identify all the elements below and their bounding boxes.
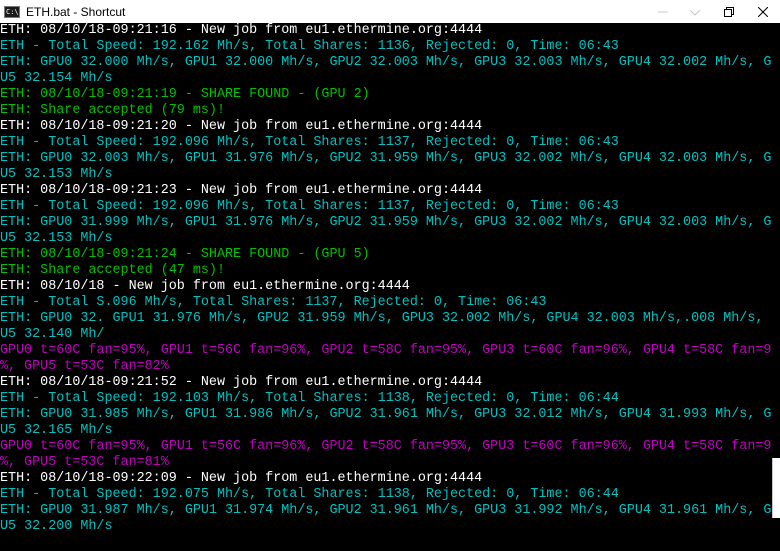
console-line: ETH: GPU0 31.999 Mh/s, GPU1 31.976 Mh/s,… [0, 215, 772, 230]
console-line: ETH: GPU0 32.000 Mh/s, GPU1 32.000 Mh/s,… [0, 55, 772, 70]
minimize-icon [658, 7, 668, 17]
console-line: U5 32.165 Mh/s [0, 423, 113, 438]
console-line: ETH: 08/10/18-09:21:19 - SHARE FOUND - (… [0, 87, 370, 102]
console-line: ETH: 08/10/18-09:21:23 - New job from eu… [0, 183, 483, 198]
close-icon [758, 6, 768, 17]
cmd-icon[interactable]: C:\ [4, 5, 20, 18]
console-line: GPU0 t=60C fan=95%, GPU1 t=56C fan=96%, … [0, 439, 772, 454]
console-line: %, GPU5 t=53C fan=82% [0, 359, 169, 374]
console-line: ETH: 08/10/18 - New job from eu1.ethermi… [0, 279, 410, 294]
window-title: ETH.bat - Shortcut [26, 4, 126, 19]
maximize-button[interactable] [712, 0, 746, 23]
minimize-button[interactable] [648, 0, 678, 23]
console-line: ETH: GPU0 31.985 Mh/s, GPU1 31.986 Mh/s,… [0, 407, 772, 422]
console-line: U5 32.200 Mh/s [0, 519, 113, 534]
console-line: ETH - Total Speed: 192.096 Mh/s, Total S… [0, 199, 619, 214]
close-button[interactable] [746, 0, 780, 23]
console-line: %, GPU5 t=53C fan=81% [0, 455, 169, 470]
console-line: ETH: 08/10/18-09:21:20 - New job from eu… [0, 119, 483, 134]
console-line: U5 32.154 Mh/s [0, 71, 113, 86]
console-line: GPU0 t=60C fan=95%, GPU1 t=56C fan=96%, … [0, 343, 772, 358]
console-output[interactable]: ETH: 08/10/18-09:21:16 - New job from eu… [0, 23, 772, 551]
title-bar[interactable]: C:\ ETH.bat - Shortcut [0, 0, 780, 23]
console-line: ETH: 08/10/18-09:21:16 - New job from eu… [0, 23, 483, 38]
window-controls [648, 0, 780, 23]
console-line: ETH - Total Speed: 192.162 Mh/s, Total S… [0, 39, 619, 54]
console-line: U5 32.153 Mh/s [0, 231, 113, 246]
console-line: U5 32.153 Mh/s [0, 167, 113, 182]
scrollbar-thumb[interactable] [772, 458, 780, 518]
console-line: ETH: GPU0 32.003 Mh/s, GPU1 31.976 Mh/s,… [0, 151, 772, 166]
console-line: ETH: 08/10/18-09:22:09 - New job from eu… [0, 471, 483, 486]
console-line: U5 32.140 Mh/ [0, 327, 105, 342]
chevron-button[interactable] [678, 0, 712, 23]
console-line: ETH: 08/10/18-09:21:24 - SHARE FOUND - (… [0, 247, 370, 262]
vertical-scrollbar[interactable] [772, 23, 780, 551]
chevron-down-icon [689, 7, 701, 17]
console-line: ETH - Total Speed: 192.096 Mh/s, Total S… [0, 135, 619, 150]
console-line: ETH: 08/10/18-09:21:52 - New job from eu… [0, 375, 483, 390]
console-line: ETH - Total S.096 Mh/s, Total Shares: 11… [0, 295, 547, 310]
console-line: ETH: Share accepted (47 ms)! [0, 263, 225, 278]
console-window: C:\ ETH.bat - Shortcut ETH: 08/10/18-09:… [0, 0, 780, 551]
console-line: ETH - Total Speed: 192.103 Mh/s, Total S… [0, 391, 619, 406]
console-line: ETH: GPU0 31.987 Mh/s, GPU1 31.974 Mh/s,… [0, 503, 772, 518]
console-line: ETH: GPU0 32. GPU1 31.976 Mh/s, GPU2 31.… [0, 311, 772, 326]
maximize-icon [724, 6, 734, 17]
console-line: ETH - Total Speed: 192.075 Mh/s, Total S… [0, 487, 619, 502]
console-line: ETH: Share accepted (79 ms)! [0, 103, 225, 118]
